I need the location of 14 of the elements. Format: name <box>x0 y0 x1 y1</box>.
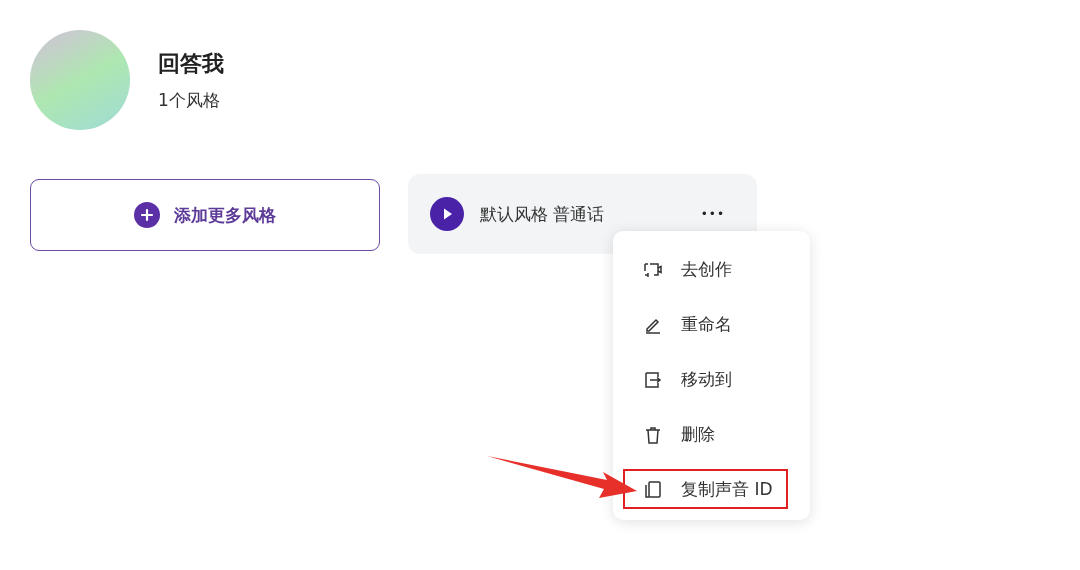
plus-icon <box>134 202 160 228</box>
move-icon <box>643 369 663 390</box>
copy-icon <box>643 479 663 499</box>
more-button[interactable]: ••• <box>700 207 725 221</box>
voice-name: 回答我 <box>158 49 224 78</box>
menu-item[interactable]: 移动到 <box>613 352 788 407</box>
play-icon[interactable] <box>430 197 464 231</box>
menu-item[interactable]: 删除 <box>613 407 788 462</box>
menu-item[interactable]: 重命名 <box>613 297 788 352</box>
trash-icon <box>643 424 663 445</box>
style-count: 1个风格 <box>158 88 221 112</box>
menu-item[interactable]: 复制声音 ID <box>623 469 788 509</box>
style-name: 默认风格 普通话 <box>480 202 605 226</box>
add-style-button[interactable]: 添加更多风格 <box>30 179 380 251</box>
